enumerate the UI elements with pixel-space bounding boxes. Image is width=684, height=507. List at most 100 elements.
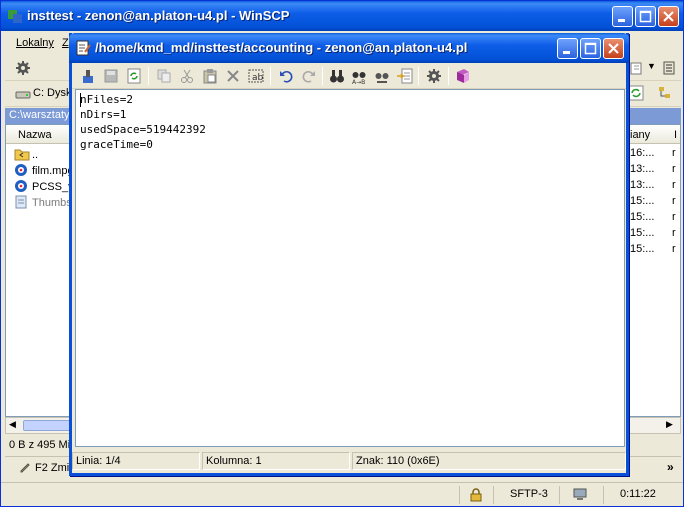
find-next-icon[interactable] [374,68,390,84]
editor-minimize-button[interactable] [557,38,578,59]
main-status-bar: SFTP-3 0:11:22 [1,482,683,506]
scroll-left-icon[interactable]: ◀ [9,419,16,430]
column-name-header[interactable]: Nazwa [18,129,52,141]
reload-icon[interactable] [126,68,142,84]
cut-icon[interactable] [179,68,195,84]
save-upload-icon[interactable] [80,68,96,84]
file-row[interactable]: 15:... r [630,243,676,259]
close-icon [663,11,674,22]
toolbar-dropdown-icon[interactable]: ▼ [647,61,656,71]
file-row[interactable]: film.mpg [14,163,74,179]
local-path: C:\warsztaty [9,109,70,121]
refresh-icon[interactable] [628,85,644,101]
compression-cell [559,486,603,504]
line-status-cell: Linia: 1/4 [72,452,200,470]
editor-text-area[interactable]: nFiles=2 nDirs=1 usedSpace=519442392 gra… [75,89,625,447]
protocol-cell: SFTP-3 [493,486,559,504]
goto-line-icon[interactable] [397,68,413,84]
modified-time: 15:... [630,195,655,207]
editor-toolbar: ab A→B [72,63,626,89]
editor-status-bar: Linia: 1/4 Kolumna: 1 Znak: 110 (0x6E) [72,449,626,473]
replace-icon[interactable]: A→B [351,68,367,84]
file-row[interactable]: 15:... r [630,227,676,243]
menu-z[interactable]: Z [62,37,69,49]
parent-folder-icon [14,149,30,161]
file-row[interactable]: 16:... r [630,147,676,163]
tree-view-icon[interactable] [657,85,673,101]
rights-value: r [672,163,676,175]
paste-icon[interactable] [202,68,218,84]
scroll-thumb[interactable] [23,420,75,431]
toolbar-separator [270,67,271,85]
scroll-right-icon[interactable]: ▶ [666,419,673,430]
protocol-label: SFTP-3 [510,488,548,500]
more-commands-button[interactable]: » [667,460,674,474]
media-file-icon [15,180,27,192]
modified-time: 16:... [630,147,655,159]
close-button[interactable] [658,6,679,27]
char-code: Znak: 110 (0x6E) [356,455,440,467]
rights-value: r [672,227,676,239]
rights-value: r [672,179,676,191]
local-horizontal-scrollbar[interactable]: ◀ [5,417,77,434]
local-file-list[interactable]: Nazwa .. film.mpg PCSS_v.. Thumbs.. [5,124,79,417]
remote-horizontal-scrollbar[interactable]: ▶ [627,417,681,434]
file-row[interactable]: 15:... r [630,195,676,211]
file-row[interactable]: 13:... r [630,179,676,195]
toolbar-separator [418,67,419,85]
editor-maximize-button[interactable] [580,38,601,59]
maximize-icon [584,42,597,55]
editor-close-button[interactable] [603,38,624,59]
minimize-icon [563,51,570,54]
rename-icon [20,463,30,473]
modified-time: 15:... [630,227,655,239]
edit-icon[interactable] [629,60,645,76]
select-all-icon[interactable]: ab [248,68,264,84]
minimize-button[interactable] [612,6,633,27]
main-window-title: insttest - zenon@an.platon-u4.pl - WinSC… [27,8,290,23]
remote-file-list[interactable]: iany I 16:... r 13:... r 13:... r 15:... r 15:..… [627,124,681,417]
column-rights-header[interactable]: I [674,129,677,141]
modified-time: 15:... [630,243,655,255]
lock-icon [470,488,482,502]
menu-lokalny[interactable]: Lokalny [16,37,54,49]
disk-drive-icon [15,91,31,99]
drive-selector[interactable]: C: Dysk [33,87,72,99]
delete-icon[interactable] [225,68,241,84]
redo-icon[interactable] [301,68,317,84]
rights-value: r [672,195,676,207]
elapsed-time-cell: 0:11:22 [603,486,683,504]
gear-icon[interactable] [15,60,31,76]
column-modified-header[interactable]: iany [630,129,650,141]
queue-icon[interactable] [661,60,677,76]
undo-icon[interactable] [278,68,294,84]
save-icon[interactable] [103,68,119,84]
text-line: usedSpace=519442392 [80,123,206,136]
editor-titlebar[interactable]: /home/kmd_md/insttest/accounting - zenon… [69,33,629,63]
file-row[interactable]: 13:... r [630,163,676,179]
help-book-icon[interactable] [455,68,471,84]
computer-icon [573,488,587,500]
modified-time: 15:... [630,211,655,223]
gear-icon[interactable] [426,68,442,84]
winscp-app-icon [8,10,22,23]
maximize-button[interactable] [635,6,656,27]
elapsed-time: 0:11:22 [620,488,656,500]
rights-value: r [672,243,676,255]
find-icon[interactable] [329,68,345,84]
internal-editor-window: /home/kmd_md/insttest/accounting - zenon… [69,33,629,476]
toolbar-separator [322,67,323,85]
copy-icon[interactable] [156,68,172,84]
toolbar-separator [148,67,149,85]
file-row[interactable]: 15:... r [630,211,676,227]
rights-value: r [672,147,676,159]
text-line: nFiles=2 [80,93,133,106]
column-position: Kolumna: 1 [206,455,262,467]
text-line: graceTime=0 [80,138,153,151]
modified-time: 13:... [630,179,655,191]
rights-value: r [672,211,676,223]
minimize-icon [618,19,625,22]
file-row[interactable]: .. [14,147,38,163]
main-titlebar[interactable]: insttest - zenon@an.platon-u4.pl - WinSC… [1,1,683,31]
media-file-icon [15,164,27,176]
